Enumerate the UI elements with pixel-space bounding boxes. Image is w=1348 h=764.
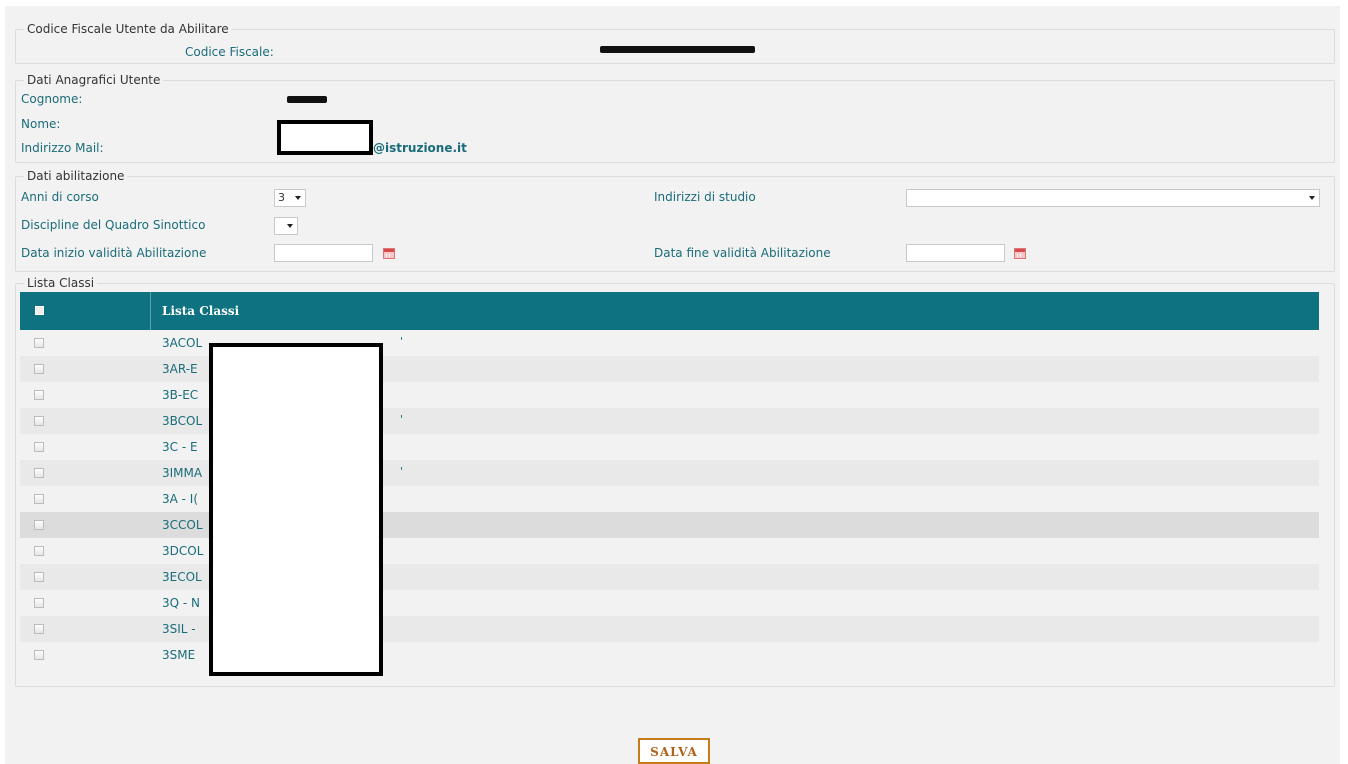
calendar-icon[interactable] xyxy=(383,248,395,259)
class-name[interactable]: 3SIL - xyxy=(162,622,196,636)
nome-mail-redaction-box xyxy=(277,120,373,155)
save-button[interactable]: SALVA xyxy=(638,738,710,764)
row-checkbox[interactable] xyxy=(34,338,44,348)
discipline-label: Discipline del Quadro Sinottico xyxy=(21,218,206,232)
indirizzi-di-studio-select[interactable] xyxy=(906,189,1320,207)
data-fine-label: Data fine validità Abilitazione xyxy=(654,246,831,260)
row-checkbox[interactable] xyxy=(34,416,44,426)
data-fine-input[interactable] xyxy=(906,244,1005,262)
class-name[interactable]: 3ACOL xyxy=(162,336,202,350)
row-checkbox[interactable] xyxy=(34,572,44,582)
class-name[interactable]: 3Q - N xyxy=(162,596,200,610)
table-header: Lista Classi xyxy=(20,292,1319,330)
class-name-suffix: ' xyxy=(400,413,404,426)
select-all-checkbox[interactable] xyxy=(35,306,44,315)
anni-di-corso-select[interactable]: 3 xyxy=(274,189,306,207)
class-name-suffix: ' xyxy=(400,335,404,348)
fieldset-dati-anagrafici: Dati Anagrafici Utente xyxy=(15,73,1335,163)
row-checkbox[interactable] xyxy=(34,546,44,556)
row-checkbox[interactable] xyxy=(34,390,44,400)
anni-di-corso-value: 3 xyxy=(278,191,285,204)
fieldset-legend: Codice Fiscale Utente da Abilitare xyxy=(27,22,229,36)
dropdown-arrow-icon xyxy=(287,224,293,228)
fieldset-legend: Dati Anagrafici Utente xyxy=(27,73,161,87)
cognome-label: Cognome: xyxy=(21,92,83,106)
header-lista-classi: Lista Classi xyxy=(162,304,240,318)
data-inizio-input[interactable] xyxy=(274,244,373,262)
class-name[interactable]: 3DCOL xyxy=(162,544,203,558)
anni-di-corso-label: Anni di corso xyxy=(21,190,99,204)
fieldset-legend: Lista Classi xyxy=(27,276,95,290)
indirizzi-di-studio-label: Indirizzi di studio xyxy=(654,190,756,204)
row-checkbox[interactable] xyxy=(34,598,44,608)
row-checkbox[interactable] xyxy=(34,442,44,452)
class-name[interactable]: 3C - E xyxy=(162,440,198,454)
row-checkbox[interactable] xyxy=(34,364,44,374)
class-name[interactable]: 3A - I( xyxy=(162,492,198,506)
class-name[interactable]: 3AR-E xyxy=(162,362,198,376)
calendar-icon[interactable] xyxy=(1014,248,1026,259)
class-name[interactable]: 3ECOL xyxy=(162,570,202,584)
row-checkbox[interactable] xyxy=(34,494,44,504)
codice-fiscale-label: Codice Fiscale: xyxy=(185,45,274,59)
class-name[interactable]: 3IMMA xyxy=(162,466,202,480)
row-checkbox[interactable] xyxy=(34,624,44,634)
dropdown-arrow-icon xyxy=(295,196,301,200)
row-checkbox[interactable] xyxy=(34,520,44,530)
cognome-redacted xyxy=(287,96,327,103)
row-checkbox[interactable] xyxy=(34,468,44,478)
mail-label: Indirizzo Mail: xyxy=(21,141,104,155)
row-checkbox[interactable] xyxy=(34,650,44,660)
class-name[interactable]: 3B-EC xyxy=(162,388,198,402)
fieldset-legend: Dati abilitazione xyxy=(27,169,125,183)
codice-fiscale-redacted xyxy=(600,46,755,53)
class-name[interactable]: 3BCOL xyxy=(162,414,202,428)
mail-value: @istruzione.it xyxy=(373,141,467,155)
discipline-select[interactable] xyxy=(274,217,298,235)
class-name-suffix: ' xyxy=(400,465,404,478)
class-list-redaction-box xyxy=(209,343,383,676)
class-name[interactable]: 3CCOL xyxy=(162,518,203,532)
class-name[interactable]: 3SME xyxy=(162,648,195,662)
dropdown-arrow-icon xyxy=(1309,196,1315,200)
data-inizio-label: Data inizio validità Abilitazione xyxy=(21,246,207,260)
header-separator xyxy=(150,292,151,330)
nome-label: Nome: xyxy=(21,117,61,131)
